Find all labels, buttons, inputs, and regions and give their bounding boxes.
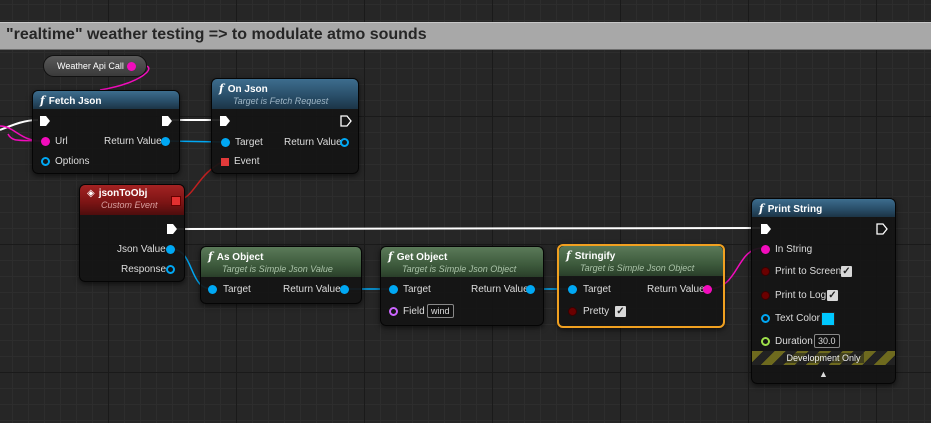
print-to-log-checkbox[interactable]: ✓: [827, 290, 838, 301]
text-color-label: Text Color: [775, 313, 821, 324]
field-pin[interactable]: [389, 307, 398, 316]
print-to-screen-pin[interactable]: [761, 267, 770, 276]
print-string-node[interactable]: f Print String In String Print to Screen …: [751, 198, 896, 384]
print-to-log-pin[interactable]: [761, 291, 770, 300]
return-value-pin[interactable]: [161, 137, 170, 146]
return-value-pin-label: Return Value: [283, 284, 341, 295]
expand-arrow-icon[interactable]: ▲: [752, 367, 895, 381]
variable-output-pin[interactable]: [127, 62, 136, 71]
url-pin-label: Url: [55, 136, 68, 147]
exec-output-pin[interactable]: [166, 223, 178, 235]
target-pin-label: Target: [403, 284, 431, 295]
weather-api-call-variable-node[interactable]: Weather Api Call: [43, 55, 147, 77]
exec-wire-jsontoobj-to-print: [175, 227, 761, 230]
target-pin[interactable]: [221, 138, 230, 147]
as-object-header[interactable]: f As Object Target is Simple Json Value: [201, 247, 361, 277]
target-pin[interactable]: [208, 285, 217, 294]
return-value-pin-label: Return Value: [647, 284, 705, 295]
pretty-pin-label: Pretty: [583, 306, 610, 317]
event-delegate-pin[interactable]: [221, 158, 229, 166]
on-json-node[interactable]: f On Json Target is Fetch Request Target …: [211, 78, 359, 174]
target-pin-label: Target: [223, 284, 251, 295]
text-color-pin[interactable]: [761, 314, 770, 323]
fetch-json-node[interactable]: f Fetch Json Url Return Value Options: [32, 90, 180, 174]
get-object-node[interactable]: f Get Object Target is Simple Json Object…: [380, 246, 544, 326]
delegate-output-pin[interactable]: [171, 196, 181, 206]
development-only-banner: Development Only: [752, 351, 895, 365]
print-to-screen-label: Print to Screen: [775, 266, 842, 277]
return-value-pin[interactable]: [703, 285, 712, 294]
node-title: As Object: [216, 252, 264, 263]
return-value-pin[interactable]: [526, 285, 535, 294]
url-pin[interactable]: [41, 137, 50, 146]
duration-label: Duration: [775, 336, 813, 347]
variable-label: Weather Api Call: [57, 61, 124, 71]
exec-output-pin[interactable]: [340, 115, 352, 127]
return-value-pin[interactable]: [340, 285, 349, 294]
node-title: Get Object: [396, 252, 448, 263]
options-pin-label: Options: [55, 156, 90, 167]
return-value-pin-label: Return Value: [471, 284, 529, 295]
node-title: Stringify: [574, 251, 616, 262]
print-string-header[interactable]: f Print String: [752, 199, 895, 217]
comment-title[interactable]: "realtime" weather testing => to modulat…: [6, 26, 427, 44]
comment-box-header[interactable]: "realtime" weather testing => to modulat…: [0, 22, 931, 50]
exec-input-pin[interactable]: [219, 115, 231, 127]
function-icon: f: [40, 94, 45, 107]
event-diamond-icon: ◈: [87, 188, 95, 199]
print-to-screen-checkbox[interactable]: ✓: [841, 266, 852, 277]
node-title: jsonToObj: [98, 188, 148, 199]
json-value-pin-label: Json Value: [117, 244, 166, 255]
get-object-header[interactable]: f Get Object Target is Simple Json Object: [381, 247, 543, 277]
target-pin-label: Target: [583, 284, 611, 295]
in-string-pin-label: In String: [775, 244, 813, 255]
fetch-json-header[interactable]: f Fetch Json: [33, 91, 179, 109]
json-value-pin[interactable]: [166, 245, 175, 254]
print-to-log-label: Print to Log: [775, 290, 827, 301]
node-title: On Json: [227, 84, 268, 95]
duration-pin[interactable]: [761, 337, 770, 346]
on-json-header[interactable]: f On Json Target is Fetch Request: [212, 79, 358, 109]
function-icon: f: [219, 82, 224, 95]
in-string-pin[interactable]: [761, 245, 770, 254]
text-color-swatch[interactable]: [821, 312, 835, 326]
function-icon: f: [759, 202, 764, 215]
node-subtitle: Target is Fetch Request: [233, 96, 329, 106]
target-pin[interactable]: [389, 285, 398, 294]
field-input[interactable]: wind: [427, 304, 454, 318]
response-pin-label: Response: [121, 264, 167, 275]
exec-input-pin[interactable]: [760, 223, 772, 235]
development-only-label: Development Only: [783, 353, 864, 363]
duration-input[interactable]: 30.0: [814, 334, 840, 348]
event-pin-label: Event: [234, 156, 260, 167]
target-pin[interactable]: [568, 285, 577, 294]
return-value-pin-label: Return Value: [284, 137, 342, 148]
function-icon: f: [388, 250, 393, 263]
exec-input-pin[interactable]: [39, 115, 51, 127]
function-icon: f: [208, 250, 213, 263]
target-pin-label: Target: [235, 137, 263, 148]
stringify-node[interactable]: f Stringify Target is Simple Json Object …: [557, 244, 725, 328]
exec-output-pin[interactable]: [161, 115, 173, 127]
return-value-pin-label: Return Value: [104, 136, 162, 147]
node-subtitle: Target is Simple Json Object: [580, 263, 695, 273]
node-title: Print String: [767, 204, 823, 215]
pretty-checkbox[interactable]: ✓: [615, 306, 626, 317]
return-value-pin[interactable]: [340, 138, 349, 147]
node-subtitle: Target is Simple Json Value: [222, 264, 333, 274]
response-pin[interactable]: [166, 265, 175, 274]
stringify-header[interactable]: f Stringify Target is Simple Json Object: [559, 246, 723, 276]
pretty-pin[interactable]: [568, 307, 577, 316]
exec-output-pin[interactable]: [876, 223, 888, 235]
options-pin[interactable]: [41, 157, 50, 166]
json-to-obj-header[interactable]: ◈ jsonToObj Custom Event: [80, 185, 184, 215]
node-title: Fetch Json: [48, 96, 102, 107]
json-to-obj-event-node[interactable]: ◈ jsonToObj Custom Event Json Value Respo…: [79, 184, 185, 282]
node-subtitle: Target is Simple Json Object: [402, 264, 517, 274]
function-icon: f: [566, 249, 571, 262]
field-pin-label: Field: [403, 306, 425, 317]
as-object-node[interactable]: f As Object Target is Simple Json Value T…: [200, 246, 362, 304]
